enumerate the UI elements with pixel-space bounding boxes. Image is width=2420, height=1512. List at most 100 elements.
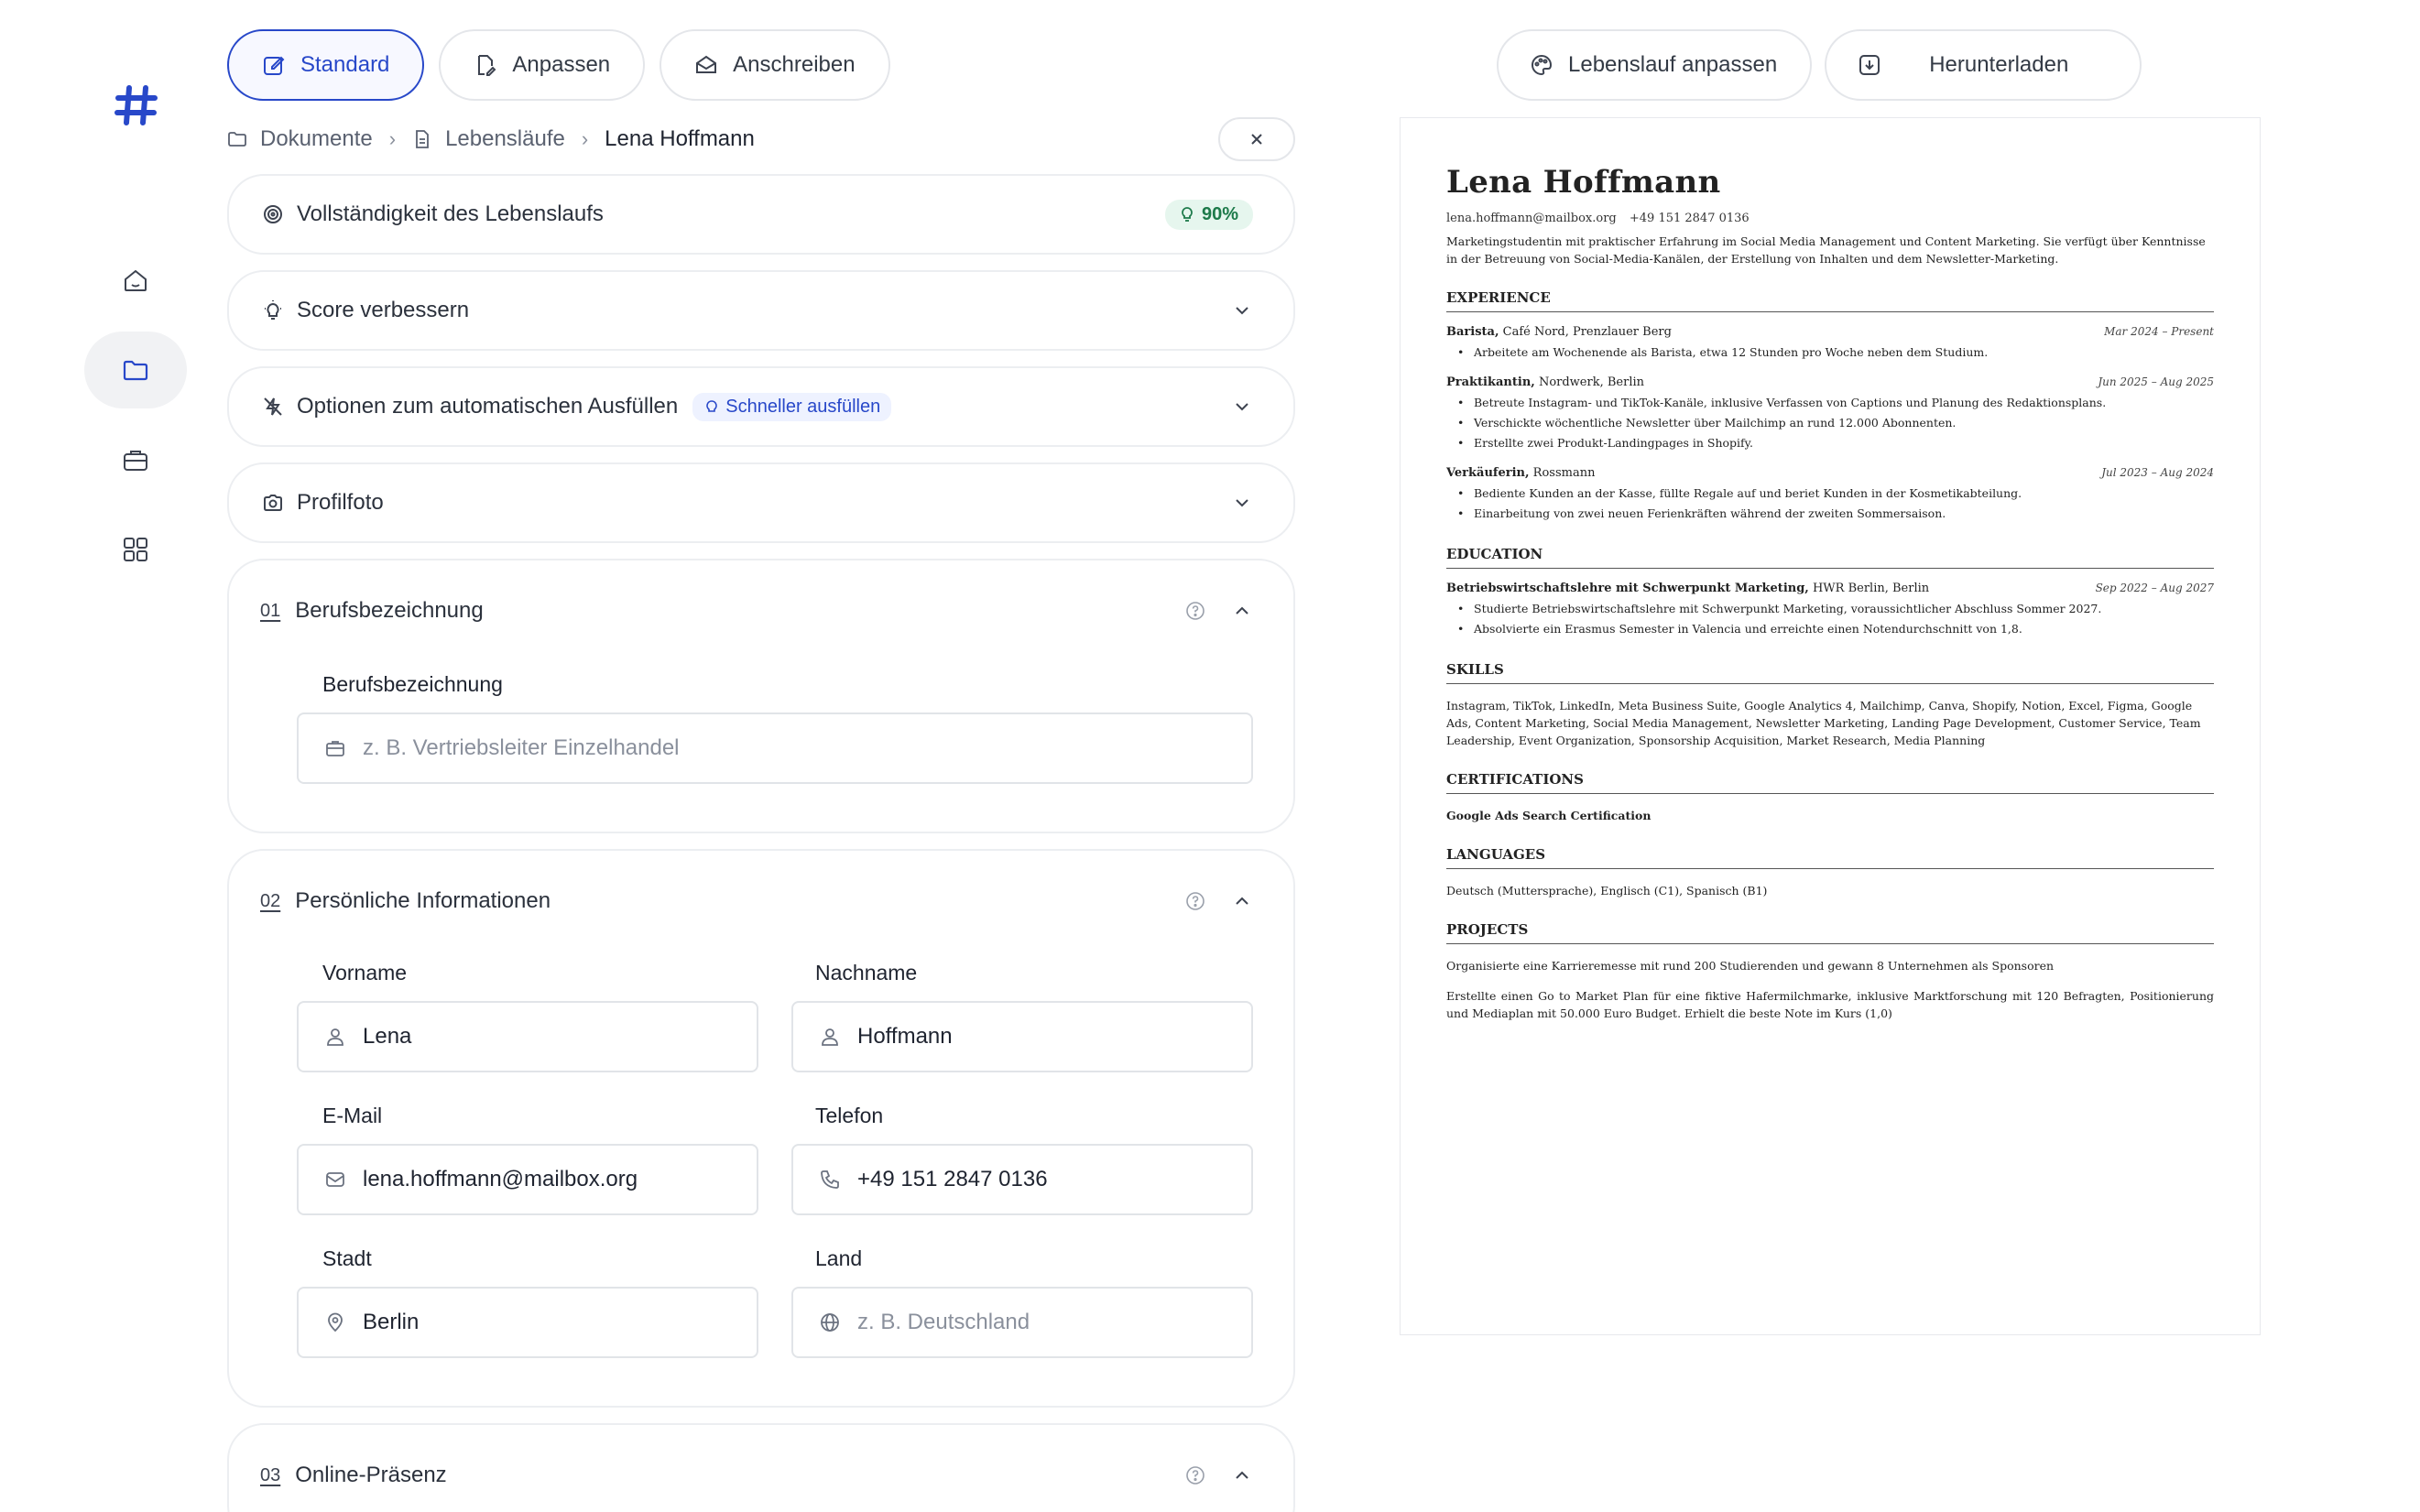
resume-cert: Google Ads Search Certification bbox=[1446, 809, 1651, 822]
customize-resume-label: Lebenslauf anpassen bbox=[1568, 52, 1778, 77]
breadcrumb-documents[interactable]: Dokumente bbox=[260, 126, 373, 152]
download-button[interactable]: Herunterladen bbox=[1825, 29, 2142, 101]
chevron-up-icon[interactable] bbox=[1231, 1464, 1253, 1486]
resume-education: Betriebswirtschaftslehre mit Schwerpunkt… bbox=[1446, 582, 2214, 639]
photo-card[interactable]: Profilfoto bbox=[227, 462, 1295, 543]
briefcase-icon bbox=[124, 451, 147, 471]
chevron-right-icon: › bbox=[581, 127, 589, 150]
hash-logo-icon[interactable] bbox=[114, 82, 159, 128]
help-icon[interactable] bbox=[1185, 891, 1205, 911]
resume-skills: Instagram, TikTok, LinkedIn, Meta Busine… bbox=[1446, 699, 2201, 747]
email-label: E-Mail bbox=[322, 1104, 383, 1127]
resume-project: Erstellte einen Go to Market Plan für ei… bbox=[1446, 989, 2214, 1020]
first-name-input[interactable]: Lena bbox=[297, 1001, 758, 1072]
resume-section-languages: LANGUAGES bbox=[1446, 846, 2214, 869]
autofill-tag-label: Schneller ausfüllen bbox=[725, 396, 881, 417]
job-bullet: Arbeitete am Wochenende als Barista, etw… bbox=[1446, 343, 2214, 363]
breadcrumb: Dokumente › Lebensläufe › Lena Hoffmann bbox=[227, 125, 755, 154]
edu-bullet: Absolvierte ein Erasmus Semester in Vale… bbox=[1446, 619, 2214, 639]
completeness-badge: 90% bbox=[1164, 199, 1253, 230]
country-input[interactable]: z. B. Deutschland bbox=[791, 1287, 1253, 1358]
phone-input[interactable]: +49 151 2847 0136 bbox=[791, 1144, 1253, 1215]
folder-icon bbox=[123, 360, 148, 381]
nav-apps[interactable] bbox=[84, 511, 187, 588]
section-number: 03 bbox=[260, 1464, 281, 1485]
camera-icon bbox=[264, 495, 282, 511]
resume-email: lena.hoffmann@mailbox.org bbox=[1446, 212, 1617, 225]
resume-section-education: EDUCATION bbox=[1446, 546, 2214, 569]
close-editor-button[interactable] bbox=[1218, 117, 1295, 161]
first-name-label: Vorname bbox=[322, 961, 408, 984]
lightbulb-icon bbox=[1182, 207, 1193, 222]
job-bullet: Erstellte zwei Produkt-Landingpages in S… bbox=[1446, 433, 2214, 453]
score-card[interactable]: Score verbessern bbox=[227, 270, 1295, 351]
chevron-down-icon[interactable] bbox=[1231, 492, 1253, 514]
nav-home[interactable] bbox=[84, 242, 187, 319]
job-title-section: 01 Berufsbezeichnung Berufsbezeichnung z… bbox=[227, 559, 1295, 833]
job-role: Verkäuferin, bbox=[1446, 466, 1530, 480]
mail-icon bbox=[326, 1172, 344, 1187]
phone-value: +49 151 2847 0136 bbox=[857, 1167, 1048, 1191]
editor-tabs: Standard Anpassen Anschreiben bbox=[227, 29, 890, 101]
sidebar bbox=[0, 0, 227, 1512]
job-title-placeholder: z. B. Vertriebsleiter Einzelhandel bbox=[363, 735, 680, 760]
autofill-tag: Schneller ausfüllen bbox=[692, 392, 892, 421]
completeness-percent: 90% bbox=[1201, 203, 1238, 224]
section-title: Persönliche Informationen bbox=[295, 888, 551, 913]
phone-label: Telefon bbox=[815, 1104, 884, 1127]
file-icon bbox=[416, 130, 429, 148]
email-input[interactable]: lena.hoffmann@mailbox.org bbox=[297, 1144, 758, 1215]
city-label: Stadt bbox=[322, 1246, 372, 1270]
section-number: 02 bbox=[260, 890, 281, 911]
nav-documents[interactable] bbox=[84, 332, 187, 408]
country-label: Land bbox=[815, 1246, 863, 1270]
chevron-up-icon[interactable] bbox=[1231, 890, 1253, 912]
last-name-value: Hoffmann bbox=[857, 1024, 953, 1049]
globe-icon bbox=[821, 1313, 839, 1332]
tab-anschreiben[interactable]: Anschreiben bbox=[660, 29, 890, 101]
photo-label: Profilfoto bbox=[297, 490, 384, 515]
resume-phone: +49 151 2847 0136 bbox=[1629, 212, 1750, 225]
help-icon[interactable] bbox=[1185, 601, 1205, 621]
last-name-input[interactable]: Hoffmann bbox=[791, 1001, 1253, 1072]
help-icon[interactable] bbox=[1185, 1465, 1205, 1485]
resume-summary: Marketingstudentin mit praktischer Erfah… bbox=[1446, 234, 2206, 266]
job-bullet: Bediente Kunden an der Kasse, füllte Reg… bbox=[1446, 484, 2214, 504]
autofill-card[interactable]: Optionen zum automatischen Ausfüllen Sch… bbox=[227, 366, 1295, 447]
resume-section-experience: EXPERIENCE bbox=[1446, 289, 2214, 312]
job-title-input[interactable]: z. B. Vertriebsleiter Einzelhandel bbox=[297, 712, 1253, 784]
customize-resume-button[interactable]: Lebenslauf anpassen bbox=[1497, 29, 1813, 101]
tab-standard-label: Standard bbox=[300, 52, 390, 77]
chevron-down-icon[interactable] bbox=[1231, 299, 1253, 321]
chevron-down-icon[interactable] bbox=[1231, 396, 1253, 418]
breadcrumb-resumes[interactable]: Lebensläufe bbox=[445, 126, 565, 152]
edit-icon bbox=[264, 56, 285, 75]
tab-anpassen[interactable]: Anpassen bbox=[439, 29, 646, 101]
completeness-card: Vollständigkeit des Lebenslaufs 90% bbox=[227, 174, 1295, 255]
location-pin-icon bbox=[328, 1312, 343, 1333]
tab-anschreiben-label: Anschreiben bbox=[733, 52, 856, 77]
online-presence-section: 03 Online-Präsenz bbox=[227, 1423, 1295, 1512]
city-value: Berlin bbox=[363, 1310, 420, 1334]
home-icon bbox=[125, 269, 147, 291]
resume-name: Lena Hoffmann bbox=[1446, 164, 1721, 201]
section-title: Berufsbezeichnung bbox=[295, 598, 484, 623]
download-icon bbox=[1859, 55, 1880, 75]
briefcase-icon bbox=[326, 741, 344, 756]
completeness-label: Vollständigkeit des Lebenslaufs bbox=[297, 201, 604, 226]
section-number: 01 bbox=[260, 600, 281, 621]
collapse-icon bbox=[1251, 134, 1262, 145]
tab-anpassen-label: Anpassen bbox=[512, 52, 611, 77]
resume-section-projects: PROJECTS bbox=[1446, 921, 2214, 944]
job-bullet: Verschickte wöchentliche Newsletter über… bbox=[1446, 413, 2214, 433]
edu-bullet: Studierte Betriebswirtschaftslehre mit S… bbox=[1446, 599, 2214, 619]
folder-icon bbox=[228, 132, 246, 147]
section-title: Online-Präsenz bbox=[295, 1463, 447, 1487]
tab-standard[interactable]: Standard bbox=[227, 29, 425, 101]
chevron-up-icon[interactable] bbox=[1231, 600, 1253, 622]
lightbulb-icon bbox=[265, 300, 281, 320]
first-name-value: Lena bbox=[363, 1024, 412, 1049]
city-input[interactable]: Berlin bbox=[297, 1287, 758, 1358]
nav-jobs[interactable] bbox=[84, 421, 187, 498]
lightning-off-icon bbox=[264, 397, 282, 416]
